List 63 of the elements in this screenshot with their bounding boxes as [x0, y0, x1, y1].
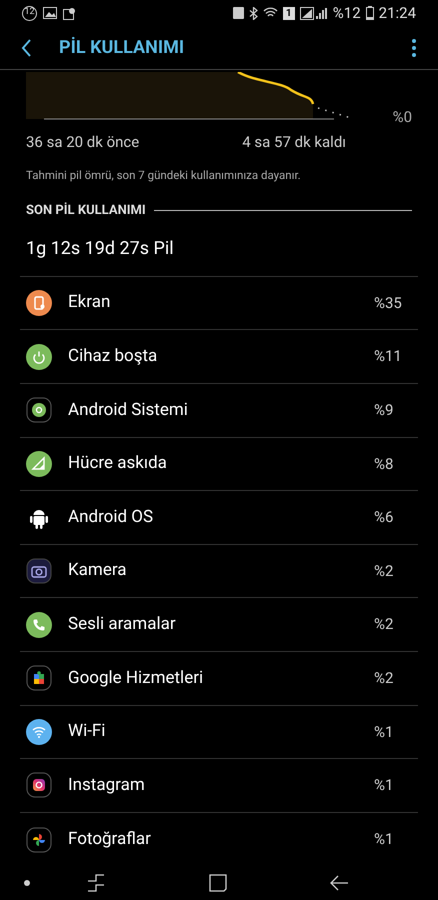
app-usage-row[interactable]: Android Sistemi %9 [20, 384, 418, 438]
page-title: PİL KULLANIMI [59, 36, 184, 60]
total-usage-time: 1g 12s 19d 27s Pil [26, 236, 174, 261]
app-usage-row[interactable]: Wi-Fi %1 [20, 706, 418, 760]
usage-percent: %11 [374, 346, 403, 368]
graph-end-label: 4 sa 57 dk kaldı [242, 132, 346, 154]
graph-axis-label: %0 [392, 106, 412, 128]
app-usage-row[interactable]: Ekran %35 [20, 276, 418, 330]
app-usage-row[interactable]: Kamera %2 [20, 544, 418, 598]
sim-slot-badge: 1 [282, 6, 295, 20]
phone-screen-icon [26, 290, 52, 316]
app-name: Cihaz boşta [68, 344, 158, 368]
camera-icon [26, 558, 52, 584]
usage-percent: %1 [374, 722, 394, 743]
usage-percent: %1 [374, 829, 394, 850]
back-icon [20, 38, 32, 58]
app-usage-row[interactable]: Fotoğraflar %1 [20, 812, 418, 866]
power-icon [26, 344, 52, 370]
wifi-icon [26, 718, 52, 745]
app-usage-row[interactable]: Android OS %6 [20, 491, 418, 545]
map-icon [63, 6, 76, 20]
bluetooth-icon [248, 6, 258, 20]
usage-percent: %9 [374, 400, 394, 422]
app-name: Wi-Fi [68, 720, 106, 744]
camera-glyph-icon [26, 772, 52, 798]
app-name: Android Sistemi [68, 398, 188, 422]
usage-percent: %35 [374, 292, 403, 314]
signal-icon [26, 450, 52, 477]
gear-icon [26, 397, 52, 424]
app-name: Ekran [68, 291, 110, 314]
app-name: Hücre askıda [68, 452, 167, 476]
usage-percent: %2 [374, 614, 394, 636]
more-options-button[interactable] [410, 38, 418, 58]
app-usage-row[interactable]: Google Hizmetleri %2 [20, 652, 418, 706]
image-icon [43, 7, 57, 20]
usage-percent: %8 [374, 454, 394, 475]
usage-percent: %2 [374, 560, 394, 582]
notification-count-badge: 12 [22, 6, 37, 21]
pinwheel-icon [26, 826, 52, 853]
app-name: Android OS [68, 506, 154, 529]
usage-percent: %1 [374, 775, 394, 796]
recents-button[interactable] [86, 873, 106, 894]
app-name: Kamera [68, 559, 127, 582]
app-usage-row[interactable]: Sesli aramalar %2 [20, 598, 418, 652]
app-usage-row[interactable]: Hücre askıda %8 [20, 438, 418, 492]
app-name: Sesli aramalar [68, 612, 176, 636]
home-button[interactable] [208, 873, 228, 894]
app-name: Fotoğraflar [68, 828, 151, 851]
graph-start-label: 36 sa 20 dk önce [26, 132, 140, 154]
puzzle-icon [26, 665, 52, 692]
section-header: SON PİL KULLANIMI [26, 202, 146, 220]
estimate-note: Tahmini pil ömrü, son 7 gündeki kullanımınıza dayanır. [25, 166, 302, 184]
app-usage-row[interactable]: Instagram %1 [20, 759, 418, 813]
app-usage-row[interactable]: Cihaz boşta %11 [20, 330, 418, 384]
usage-percent: %2 [374, 668, 394, 690]
clock: 21:24 [378, 2, 416, 24]
usage-percent: %6 [374, 507, 394, 528]
app-name: Google Hizmetleri [68, 666, 204, 690]
battery-icon [366, 6, 374, 20]
app-name: Instagram [68, 774, 145, 797]
signal-strength-icon [300, 6, 328, 20]
battery-percent: %12 [332, 2, 361, 24]
phone-icon [26, 612, 52, 638]
